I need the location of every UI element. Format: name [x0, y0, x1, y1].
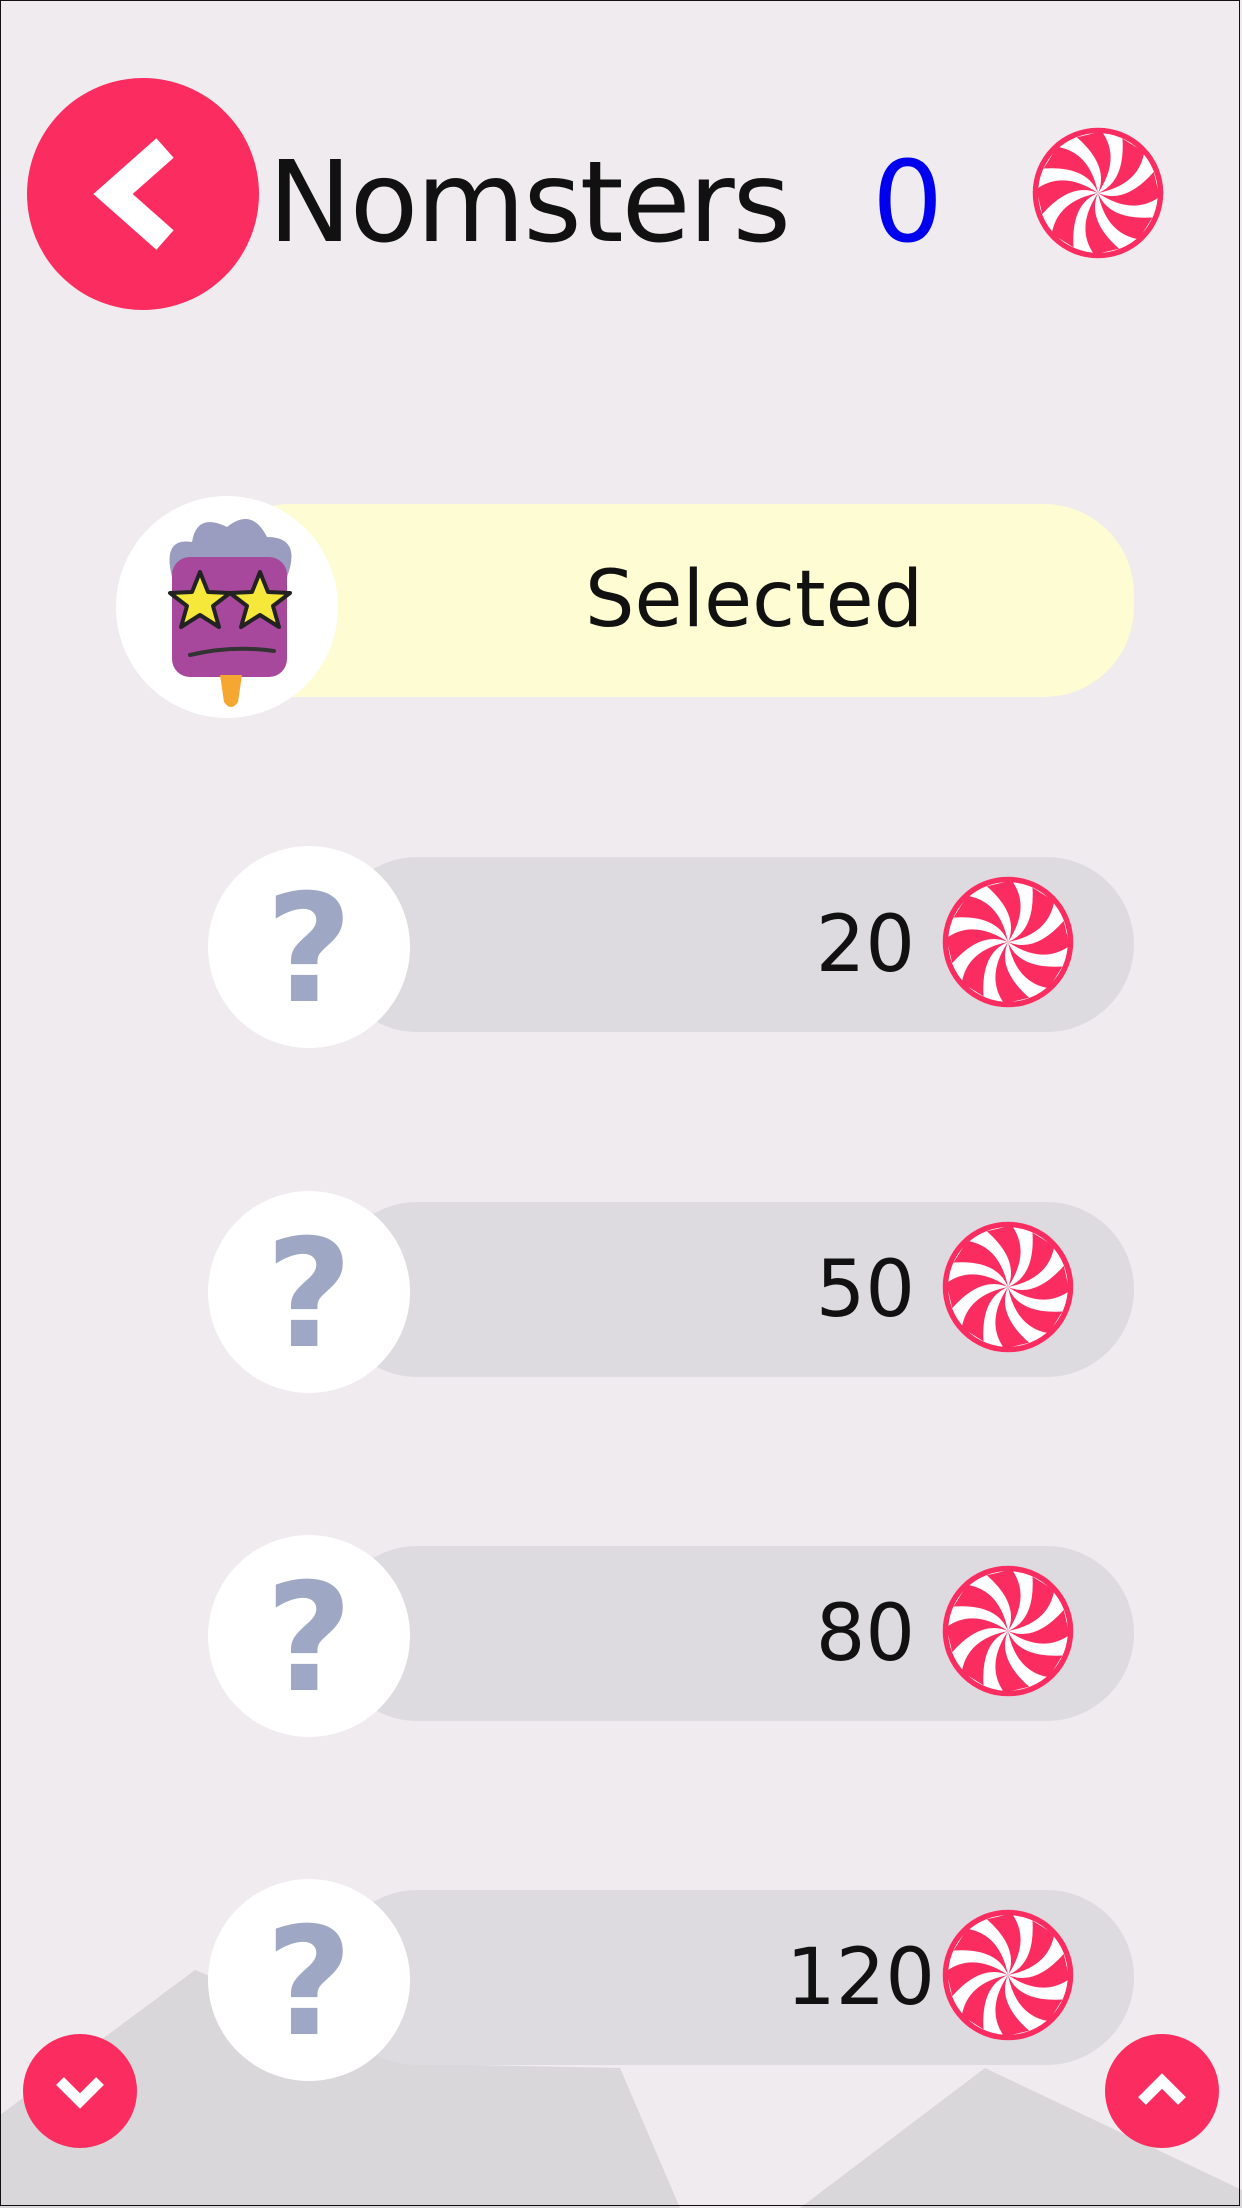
purple-popsicle-nomster-icon: [168, 519, 292, 707]
chevron-left-icon: [93, 138, 174, 250]
background-mountains: [0, 1970, 1242, 2208]
candy-balance: 0: [872, 138, 944, 268]
back-button[interactable]: [27, 78, 259, 310]
peppermint-candy-icon: [942, 1221, 1074, 1353]
peppermint-candy-icon: [942, 876, 1074, 1008]
peppermint-candy-icon: [1032, 127, 1164, 259]
selected-label: Selected: [585, 555, 924, 645]
page-title: Nomsters: [268, 138, 791, 268]
scroll-up-button[interactable]: [1105, 2034, 1219, 2148]
locked-nomster-avatar[interactable]: ?: [208, 1879, 410, 2081]
question-mark-icon: ?: [265, 863, 353, 1037]
chevron-up-icon: [1138, 2073, 1186, 2105]
nomster-price: 120: [786, 1933, 935, 2023]
nomster-avatar[interactable]: [116, 496, 338, 718]
nomster-price: 50: [815, 1245, 915, 1335]
scroll-down-button[interactable]: [23, 2034, 137, 2148]
peppermint-candy-icon: [942, 1565, 1074, 1697]
locked-nomster-avatar[interactable]: ?: [208, 846, 410, 1048]
chevron-down-icon: [56, 2077, 104, 2109]
question-mark-icon: ?: [265, 1208, 353, 1382]
nomster-price: 20: [815, 900, 915, 990]
peppermint-candy-icon: [942, 1909, 1074, 2041]
nomster-price: 80: [815, 1589, 915, 1679]
question-mark-icon: ?: [265, 1896, 353, 2070]
question-mark-icon: ?: [265, 1552, 353, 1726]
locked-nomster-avatar[interactable]: ?: [208, 1191, 410, 1393]
locked-nomster-avatar[interactable]: ?: [208, 1535, 410, 1737]
